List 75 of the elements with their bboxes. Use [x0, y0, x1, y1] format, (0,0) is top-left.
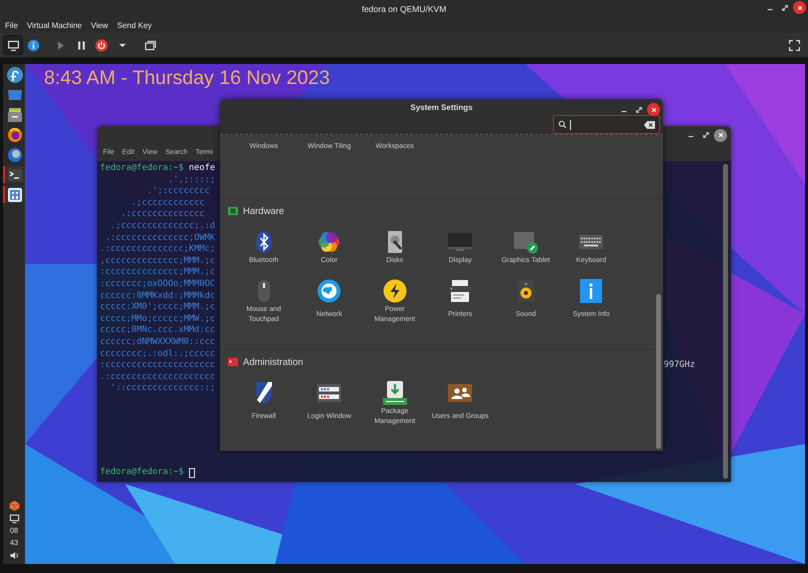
terminal-line: ccccc;MMo;ccccc;MMW.;c	[100, 314, 216, 325]
terminal-line: :ccccccc;oxOOOo;MMM0OC	[100, 278, 216, 291]
terminal-line: .;cccccccccccc	[130, 198, 205, 210]
launcher-button[interactable]	[3, 186, 25, 203]
file-cabinet-icon	[7, 106, 23, 122]
menu-item[interactable]: File	[5, 20, 18, 30]
globe-icon	[317, 279, 342, 303]
close-icon	[718, 132, 724, 138]
section-heading: Hardware	[243, 206, 284, 216]
scrollbar[interactable]	[723, 164, 728, 479]
menu-item[interactable]: Send Key	[117, 20, 152, 30]
chip-icon	[228, 206, 238, 216]
terminal-line: .:cccccccccccccccccccc	[100, 372, 216, 384]
volume-icon[interactable]	[8, 550, 20, 561]
printer-icon	[448, 279, 472, 303]
package-icon	[382, 381, 407, 405]
terminal-line: ,cccccccccccccc;MMM.;c	[100, 256, 216, 268]
terminal-line: ccccc:XM0';cccc;MMM.;c	[100, 302, 216, 314]
close-button[interactable]	[793, 1, 806, 14]
scrollbar-thumb[interactable]	[656, 294, 661, 449]
fullscreen-icon	[788, 38, 800, 52]
window-title: fedora on QEMU/KVM	[362, 4, 446, 14]
terminal-line: fedora@fedora:~$	[100, 467, 184, 479]
power-icon	[94, 38, 108, 52]
terminal-line: cccccc:0MMKxdd:;MMMkdc	[100, 290, 216, 302]
terminal-line: cccccc;dNMWXXXWM0::ccc	[100, 336, 216, 348]
terminal-line: fedora@fedora:~$ neofe	[100, 163, 216, 175]
close-icon	[796, 4, 802, 10]
terminal-line: .;cccccccccccccc;.:d	[109, 220, 216, 233]
monitor-icon	[6, 38, 20, 52]
search-field[interactable]	[553, 115, 660, 134]
app-icon	[7, 186, 23, 202]
close-button[interactable]	[647, 103, 660, 116]
info-icon	[26, 38, 40, 52]
stacked-windows-icon	[144, 38, 156, 52]
terminal-line: .:cccccccccccccc;KMMc;	[100, 244, 216, 256]
console-button[interactable]	[3, 35, 23, 55]
info-icon	[579, 279, 604, 303]
monitor-icon[interactable]	[8, 513, 20, 524]
terminal-line: '::cccccccccccccc::;	[109, 383, 216, 395]
cube-icon[interactable]	[8, 500, 20, 511]
menu-item[interactable]: View	[90, 20, 108, 30]
terminal-line: ccccc;0MNc.ccc.xMMd:cc	[100, 325, 216, 337]
users-icon	[448, 381, 472, 405]
menu-item[interactable]: Virtual Machine	[26, 20, 82, 30]
terminal-line: :cccccccccccccc;MMM.;c	[100, 267, 216, 279]
terminal-line: .:cccccccccccccc	[120, 209, 205, 221]
clear-icon[interactable]	[644, 120, 655, 128]
text-cursor	[570, 120, 571, 130]
color-wheel-icon	[317, 230, 342, 254]
terminal-text: 997GHz	[664, 360, 695, 372]
terminal-line: .',;::::;	[166, 174, 216, 186]
close-button[interactable]	[714, 128, 727, 142]
terminal-line: :ccccccccccccccccccccc	[100, 360, 216, 372]
mail-icon	[7, 146, 23, 162]
window-title: System Settings	[410, 102, 473, 112]
maximize-icon	[780, 4, 788, 12]
terminal-line: .';:cccccccc	[146, 186, 210, 198]
launcher-button[interactable]	[3, 166, 25, 183]
terminal-line: .:cccccccccccccc;OWMK	[104, 232, 216, 244]
maximize-icon	[702, 131, 710, 139]
start-menu-icon	[7, 66, 23, 82]
desktop-clock: 8:43 AM - Thursday 16 Nov 2023	[44, 67, 330, 90]
monitor-icon	[448, 230, 472, 254]
terminal-line: cccccccc;.:odl:.;ccccc	[100, 348, 216, 360]
browser-icon	[7, 126, 23, 142]
tablet-icon	[514, 230, 538, 254]
section-heading: Administration	[243, 356, 304, 368]
terminal-icon	[7, 166, 23, 182]
lightning-icon	[382, 279, 407, 303]
maximize-icon	[634, 106, 642, 114]
search-icon	[558, 120, 567, 129]
console-icon	[228, 357, 238, 367]
close-icon	[650, 106, 656, 112]
login-window-icon	[317, 381, 342, 405]
